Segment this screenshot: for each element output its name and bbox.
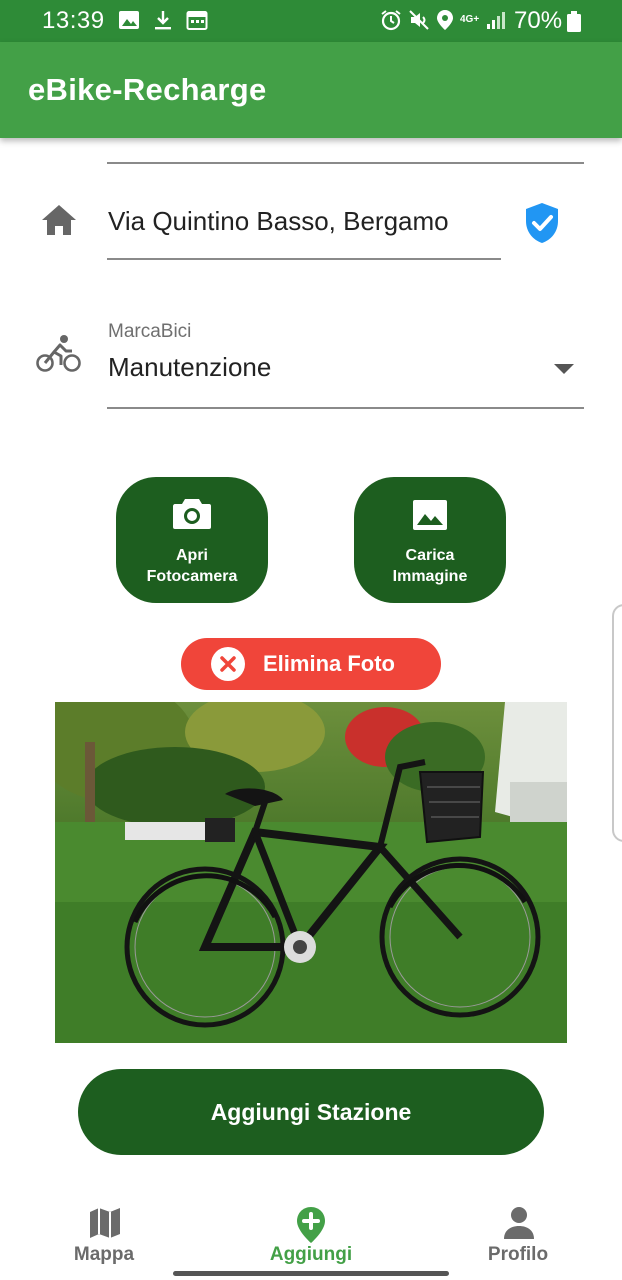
mute-icon	[409, 10, 429, 30]
add-station-label: Aggiungi Stazione	[210, 1099, 412, 1125]
app-bar: eBike-Recharge	[0, 42, 622, 138]
bottom-navigation: Mappa Aggiungi Profilo	[0, 1190, 622, 1280]
camera-icon	[173, 499, 211, 529]
address-underline	[107, 258, 501, 260]
nav-label-profile: Profilo	[487, 1244, 549, 1265]
open-camera-label: Apri Fotocamera	[146, 547, 238, 585]
alarm-icon	[381, 10, 401, 31]
signal-icon	[487, 12, 506, 29]
bike-brand-underline	[107, 407, 584, 409]
app-title: eBike-Recharge	[28, 72, 267, 107]
status-time: 13:39	[42, 7, 105, 34]
nav-label-add: Aggiungi	[269, 1244, 353, 1265]
status-bar: 13:39 4G+ 70%	[0, 0, 622, 42]
bike-rider-icon	[36, 335, 81, 372]
nav-label-map: Mappa	[73, 1244, 135, 1265]
battery-percentage: 70%	[514, 7, 563, 34]
image-notification-icon	[119, 11, 139, 29]
edge-panel-handle[interactable]	[612, 604, 622, 842]
image-icon	[413, 500, 447, 530]
battery-icon	[567, 11, 581, 32]
address-input[interactable]: Via Quintino Basso, Bergamo	[108, 206, 449, 237]
upload-image-label: Carica Immagine	[392, 547, 468, 585]
add-location-icon	[297, 1207, 325, 1243]
upload-image-button[interactable]: Carica Immagine	[354, 477, 506, 603]
location-icon	[437, 10, 453, 30]
network-type: 4G+	[460, 14, 480, 25]
add-station-button[interactable]: Aggiungi Stazione	[78, 1069, 544, 1155]
home-icon	[42, 205, 76, 235]
download-notification-icon	[155, 11, 171, 30]
open-camera-button[interactable]: Apri Fotocamera	[116, 477, 268, 603]
calendar-notification-icon	[186, 11, 208, 30]
verified-shield-icon	[526, 203, 558, 243]
bike-brand-label: MarcaBici	[108, 321, 192, 342]
person-icon	[504, 1207, 534, 1239]
bike-photo	[55, 702, 567, 1043]
map-icon	[90, 1208, 120, 1238]
delete-photo-label: Elimina Foto	[263, 651, 395, 676]
dropdown-arrow-icon[interactable]	[554, 363, 574, 375]
home-indicator[interactable]	[173, 1271, 449, 1276]
bike-brand-value[interactable]: Manutenzione	[108, 352, 271, 383]
delete-photo-button[interactable]: Elimina Foto	[181, 638, 441, 690]
previous-field-underline	[107, 162, 584, 164]
close-icon	[211, 647, 245, 681]
